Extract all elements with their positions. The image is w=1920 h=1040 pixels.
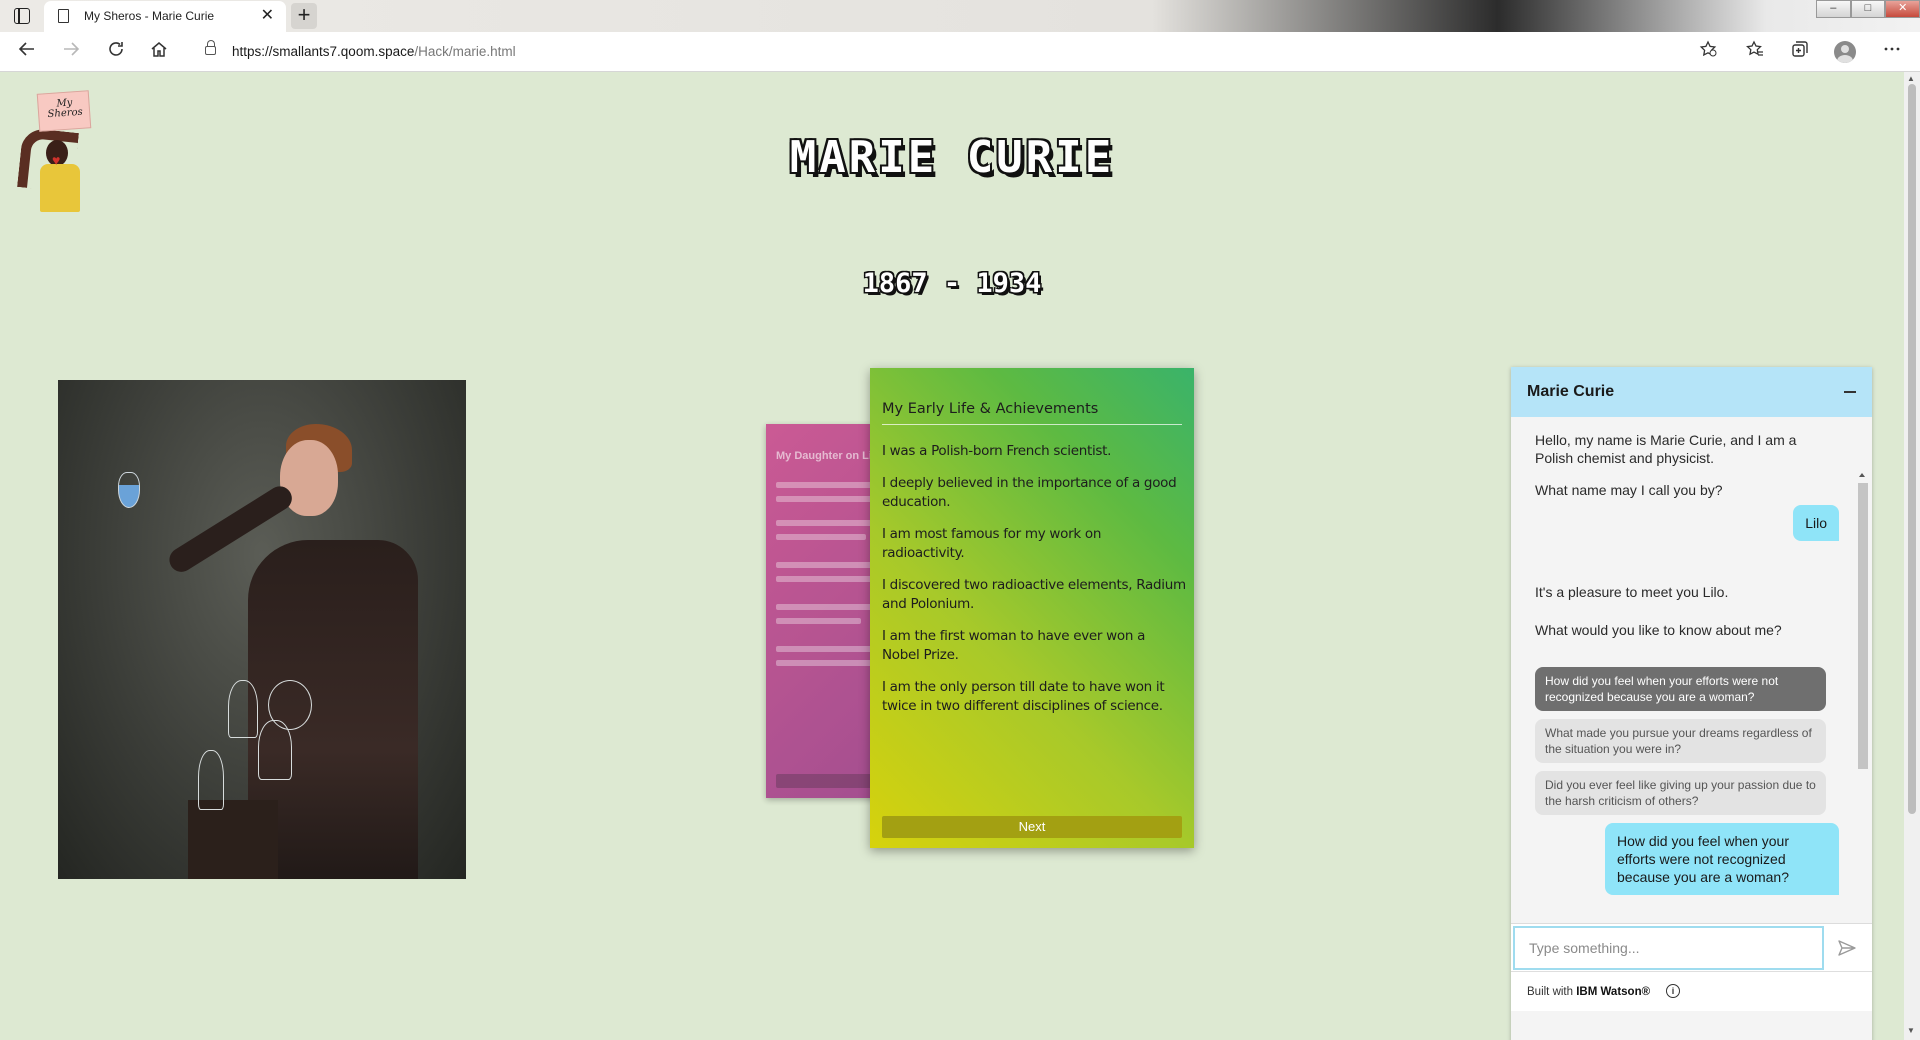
chat-widget: Marie Curie Hello, my name is Marie Curi… (1511, 367, 1872, 1040)
bot-message: It's a pleasure to meet you Lilo. (1535, 584, 1729, 600)
card-facts-list: I was a Polish-born French scientist. I … (882, 442, 1186, 729)
home-icon[interactable] (147, 40, 171, 64)
info-icon[interactable]: i (1666, 984, 1680, 998)
chat-scrollbar[interactable] (1856, 471, 1868, 923)
chat-scroll-thumb[interactable] (1858, 483, 1868, 769)
next-button[interactable]: Next (882, 816, 1182, 838)
life-dates: 1867 - 1934 (862, 268, 1042, 299)
bot-message: What would you like to know about me? (1535, 622, 1782, 638)
chat-header: Marie Curie (1511, 367, 1872, 417)
minimize-window-button[interactable]: – (1816, 0, 1851, 18)
chat-message-input[interactable] (1513, 926, 1824, 970)
bot-message: Hello, my name is Marie Curie, and I am … (1535, 432, 1797, 466)
flask-icon (118, 472, 140, 508)
user-message: How did you feel when your efforts were … (1605, 823, 1839, 895)
chat-option-button[interactable]: How did you feel when your efforts were … (1535, 667, 1826, 711)
page-content: My Sheros ♥ MARIE CURIE 1867 - 1934 My D… (0, 72, 1904, 1040)
forward-icon[interactable] (59, 40, 83, 64)
browser-tab-bar: My Sheros - Marie Curie ✕ + – □ ✕ (0, 0, 1920, 32)
bot-message: What name may I call you by? (1535, 482, 1723, 498)
page-scroll-up-icon[interactable]: ▲ (1907, 74, 1915, 83)
chat-footer: Built with IBM Watson® i (1511, 971, 1872, 1011)
card-heading: My Early Life & Achievements (882, 401, 1182, 425)
card-fact: I am the only person till date to have w… (882, 679, 1165, 714)
card-fact: I am most famous for my work on radioact… (882, 526, 1102, 561)
send-icon[interactable] (1837, 938, 1857, 958)
url-text[interactable]: https://smallants7.qoom.space/Hack/marie… (232, 44, 516, 59)
maximize-window-button[interactable]: □ (1850, 0, 1886, 18)
page-title: MARIE CURIE (789, 132, 1115, 183)
card-fact: I deeply believed in the importance of a… (882, 475, 1177, 510)
scroll-up-icon[interactable] (1857, 471, 1867, 479)
add-favorite-icon[interactable] (1696, 40, 1720, 64)
chat-option-button[interactable]: What made you pursue your dreams regardl… (1535, 719, 1826, 763)
card-fact: I was a Polish-born French scientist. (882, 443, 1112, 459)
chat-title: Marie Curie (1527, 383, 1615, 400)
logo-sign: My Sheros (36, 90, 92, 132)
close-window-button[interactable]: ✕ (1885, 0, 1920, 18)
address-bar[interactable]: https://smallants7.qoom.space/Hack/marie… (196, 36, 1726, 68)
collections-icon[interactable] (1788, 40, 1812, 64)
browser-tab[interactable]: My Sheros - Marie Curie ✕ (44, 1, 286, 32)
lock-icon[interactable] (205, 40, 216, 55)
refresh-icon[interactable] (104, 40, 128, 64)
tab-title: My Sheros - Marie Curie (84, 9, 215, 23)
user-message: Lilo (1793, 505, 1839, 541)
page-scrollbar[interactable]: ▲ ▼ (1904, 72, 1920, 1040)
page-scroll-down-icon[interactable]: ▼ (1907, 1026, 1915, 1035)
marie-curie-portrait (58, 380, 466, 879)
back-icon[interactable] (15, 40, 39, 64)
more-icon[interactable] (1880, 40, 1904, 64)
tab-actions-icon[interactable] (14, 8, 30, 24)
card-fact: I am the first woman to have ever won a … (882, 628, 1146, 663)
facts-card: My Early Life & Achievements I was a Pol… (870, 368, 1194, 848)
chat-input-area (1511, 923, 1872, 971)
window-controls: – □ ✕ (1816, 0, 1920, 18)
minimize-icon[interactable] (1844, 391, 1856, 393)
built-with-text: Built with IBM Watson® (1527, 986, 1651, 998)
chat-option-button[interactable]: Did you ever feel like giving up your pa… (1535, 771, 1826, 815)
favorites-icon[interactable] (1743, 40, 1767, 64)
card-fact: I discovered two radioactive elements, R… (882, 577, 1186, 612)
close-tab-icon[interactable]: ✕ (261, 7, 274, 25)
chat-messages[interactable]: Hello, my name is Marie Curie, and I am … (1511, 417, 1872, 923)
browser-toolbar: https://smallants7.qoom.space/Hack/marie… (0, 32, 1920, 72)
new-tab-button[interactable]: + (291, 3, 317, 29)
page-scroll-thumb[interactable] (1908, 84, 1916, 814)
page-icon (58, 9, 69, 23)
profile-icon[interactable] (1834, 41, 1856, 63)
